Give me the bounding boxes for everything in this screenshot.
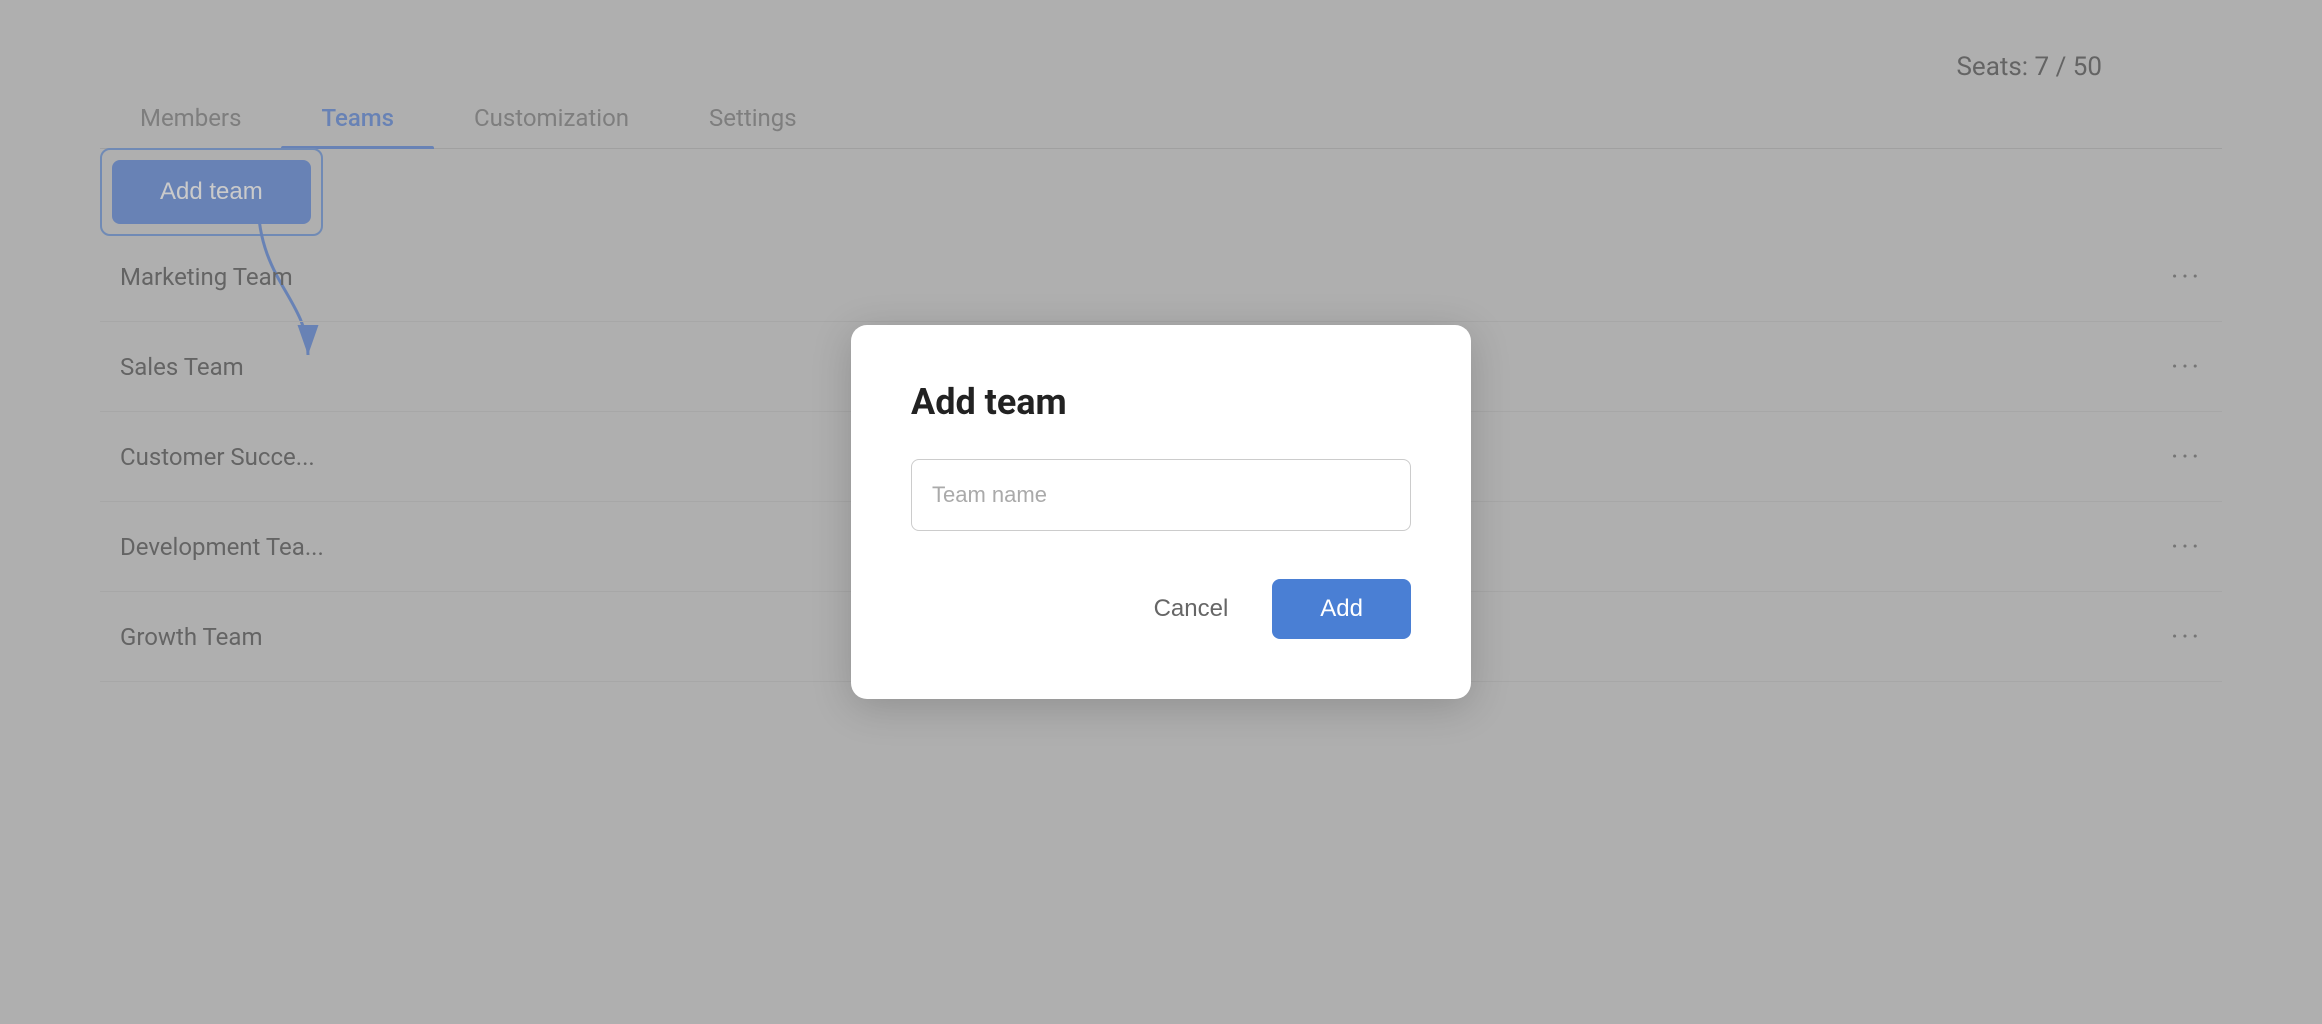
page-container: Seats: 7 / 50 Members Teams Customizatio… <box>0 0 2322 1024</box>
modal-actions: Cancel Add <box>911 579 1411 639</box>
team-name-input[interactable] <box>911 459 1411 531</box>
modal-overlay: Add team Cancel Add <box>0 0 2322 1024</box>
add-button[interactable]: Add <box>1272 579 1411 639</box>
modal-title: Add team <box>911 381 1411 423</box>
cancel-button[interactable]: Cancel <box>1134 581 1249 637</box>
add-team-modal: Add team Cancel Add <box>851 325 1471 699</box>
